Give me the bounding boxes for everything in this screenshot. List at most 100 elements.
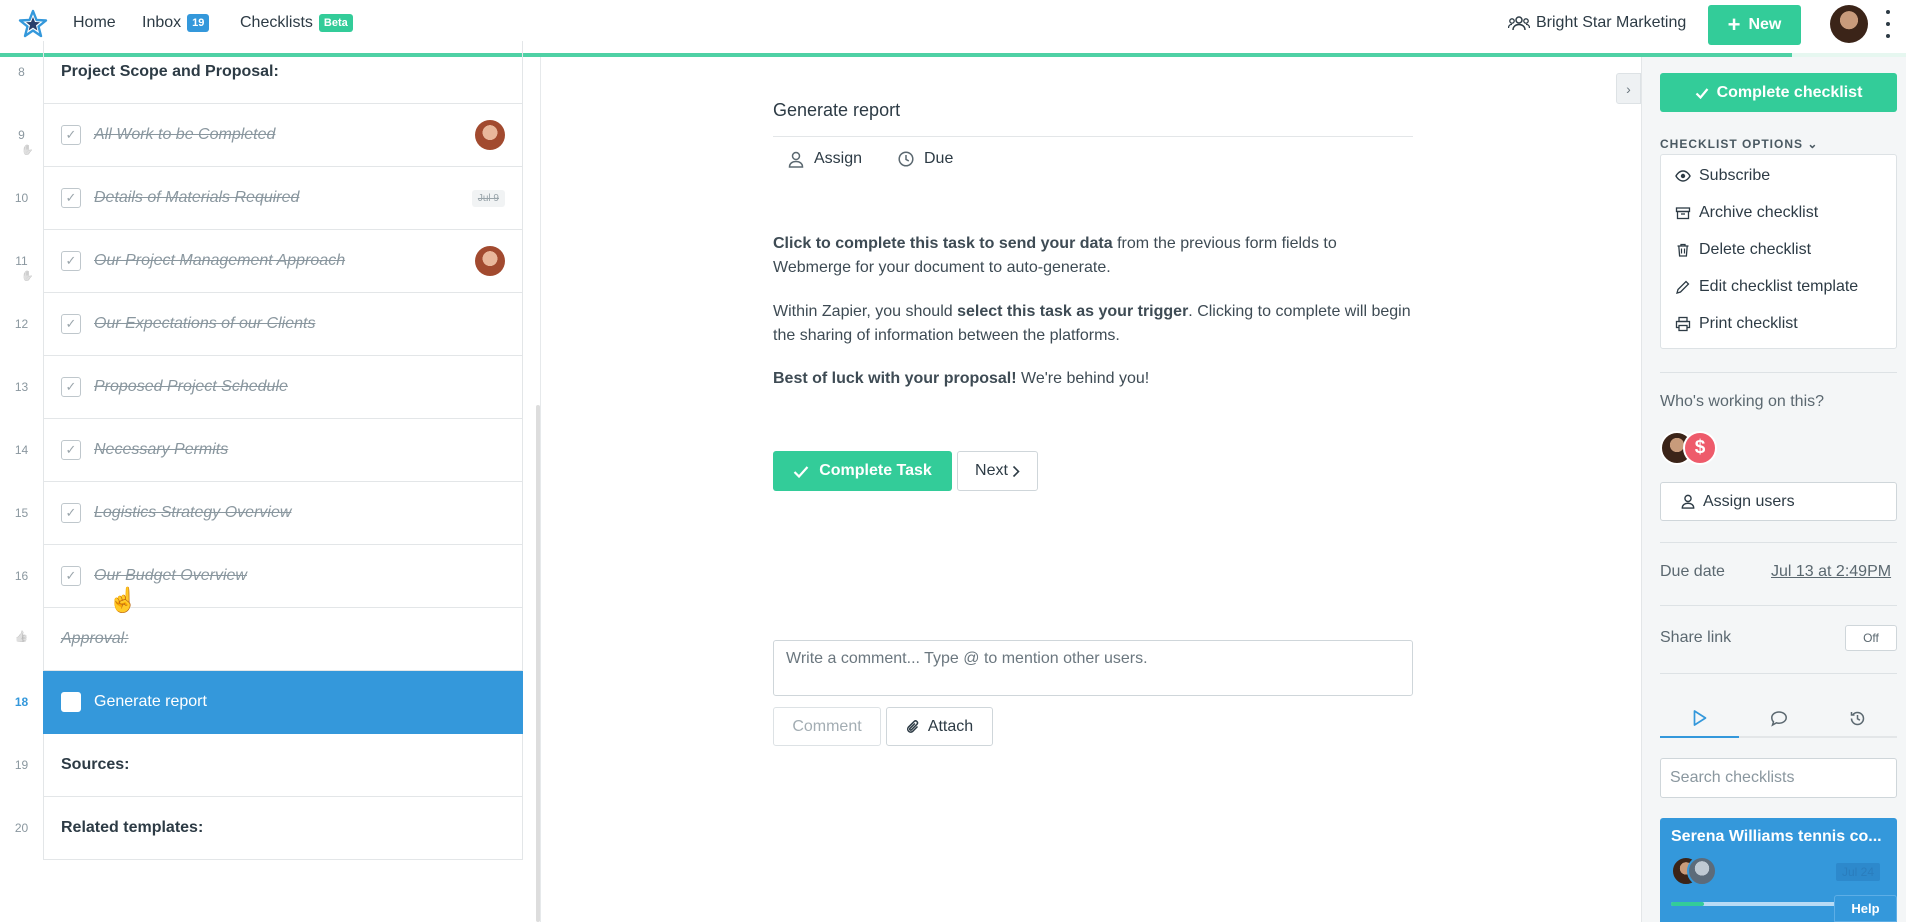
user-avatar[interactable] [1830, 5, 1868, 43]
organization-switcher[interactable]: Bright Star Marketing [1508, 0, 1686, 46]
assignee-avatar-dollar[interactable]: $ [1683, 431, 1717, 465]
task-row[interactable]: Generate report [43, 671, 523, 734]
complete-checklist-button[interactable]: Complete checklist [1660, 73, 1897, 112]
tab-play[interactable] [1660, 700, 1739, 738]
star-logo-icon[interactable] [18, 9, 48, 39]
task-row-number: 11 [15, 254, 28, 268]
p3-bold: Best of luck with your proposal! [773, 370, 1017, 387]
task-heading: Project Scope and Proposal: [61, 63, 279, 80]
clock-icon [898, 151, 914, 167]
attach-button[interactable]: Attach [886, 707, 993, 746]
task-row-number: 13 [14, 380, 29, 394]
tab-history[interactable] [1818, 700, 1897, 738]
search-checklists-input[interactable]: Search checklists [1660, 758, 1897, 798]
share-link-toggle[interactable]: Off [1845, 625, 1897, 651]
due-date-value[interactable]: Jul 13 at 2:49PM [1771, 563, 1891, 581]
card-avatar [1687, 856, 1717, 886]
task-assignee-avatar[interactable] [475, 246, 505, 276]
assign-users-button[interactable]: Assign users [1660, 482, 1897, 521]
task-row[interactable]: ✓ Logistics Strategy Overview [43, 482, 523, 545]
task-row-number: 12 [14, 317, 29, 331]
thumbs-up-icon: 👍 [14, 631, 29, 643]
nav-home-label: Home [73, 14, 116, 31]
archive-option[interactable]: Archive checklist [1675, 204, 1818, 222]
task-title[interactable]: Generate report [773, 100, 900, 121]
check-icon [1695, 87, 1708, 99]
delete-option[interactable]: Delete checklist [1675, 241, 1811, 259]
print-label: Print checklist [1699, 315, 1798, 332]
task-row[interactable]: ✓ All Work to be Completed [43, 104, 523, 167]
collapse-sidebar-button[interactable]: › [1616, 73, 1641, 104]
panel-divider [540, 57, 541, 922]
due-button[interactable]: Due [898, 148, 953, 170]
comment-input[interactable]: Write a comment... Type @ to mention oth… [773, 640, 1413, 696]
task-checkbox[interactable]: ✓ [61, 188, 81, 208]
checklist-card-title: Serena Williams tennis co... [1671, 828, 1882, 845]
print-option[interactable]: Print checklist [1675, 315, 1798, 333]
nav-checklists[interactable]: Checklists Beta [240, 0, 353, 46]
task-row[interactable]: ✓ Necessary Permits [43, 419, 523, 482]
sidebar-divider [1660, 542, 1897, 543]
task-checkbox[interactable]: ✓ [61, 566, 81, 586]
task-checkbox[interactable]: ✓ [61, 377, 81, 397]
task-label: Our Expectations of our Clients [94, 315, 316, 332]
task-row-number: 10 [14, 191, 29, 205]
hand-stop-icon: ✋ [21, 145, 34, 156]
trash-icon [1677, 243, 1689, 257]
eye-icon [1675, 170, 1691, 182]
task-label: Proposed Project Schedule [94, 378, 288, 395]
beta-badge: Beta [318, 14, 353, 32]
comment-button[interactable]: Comment [773, 707, 881, 746]
sidebar-divider [1660, 673, 1897, 674]
task-checkbox[interactable]: ✓ [61, 314, 81, 334]
complete-task-label: Complete Task [819, 462, 932, 479]
task-row-number: 18 [14, 695, 29, 709]
task-label: All Work to be Completed [94, 126, 276, 143]
new-button-label: New [1748, 16, 1782, 33]
task-checkbox[interactable] [61, 692, 81, 712]
organization-name: Bright Star Marketing [1536, 14, 1687, 31]
check-icon [793, 465, 809, 478]
task-row[interactable]: Project Scope and Proposal: [43, 41, 523, 104]
title-divider [773, 136, 1413, 137]
task-row[interactable]: Approval: [43, 608, 523, 671]
user-icon [1681, 494, 1695, 509]
task-assignee-avatar[interactable] [475, 120, 505, 150]
paperclip-icon [906, 719, 919, 733]
more-menu-icon[interactable] [1886, 10, 1890, 38]
complete-task-button[interactable]: Complete Task [773, 451, 952, 491]
help-button[interactable]: Help [1834, 895, 1897, 922]
task-row-number: 19 [14, 758, 29, 772]
assign-users-label: Assign users [1703, 492, 1795, 510]
search-checklists-placeholder: Search checklists [1670, 769, 1795, 786]
task-label: Our Project Management Approach [94, 252, 346, 269]
p3-rest: We're behind you! [1016, 370, 1150, 387]
nav-inbox[interactable]: Inbox 19 [142, 0, 210, 46]
share-link-label: Share link [1660, 629, 1732, 646]
task-row[interactable]: ✓ Proposed Project Schedule [43, 356, 523, 419]
speech-bubble-icon [1770, 710, 1787, 727]
checklist-options-label: CHECKLIST OPTIONS [1660, 137, 1804, 151]
tab-comments[interactable] [1739, 700, 1818, 738]
task-row[interactable]: ✓ Details of Materials Required Jul 9 [43, 167, 523, 230]
next-label: Next [975, 462, 1008, 479]
checklist-options-toggle[interactable]: CHECKLIST OPTIONS ⌄ [1660, 137, 1818, 151]
task-checkbox[interactable]: ✓ [61, 503, 81, 523]
subscribe-option[interactable]: Subscribe [1675, 167, 1770, 185]
task-checkbox[interactable]: ✓ [61, 125, 81, 145]
edit-template-option[interactable]: Edit checklist template [1675, 278, 1858, 296]
archive-label: Archive checklist [1699, 204, 1819, 221]
task-row[interactable]: Sources: [43, 734, 523, 797]
task-row[interactable]: Related templates: [43, 797, 523, 860]
task-checkbox[interactable]: ✓ [61, 440, 81, 460]
nav-home[interactable]: Home [73, 0, 116, 46]
task-row[interactable]: ✓ Our Project Management Approach [43, 230, 523, 293]
new-button[interactable]: + New [1708, 5, 1801, 45]
task-row[interactable]: ✓ Our Expectations of our Clients [43, 293, 523, 356]
task-checkbox[interactable]: ✓ [61, 251, 81, 271]
subscribe-label: Subscribe [1699, 167, 1771, 184]
nav-inbox-label: Inbox [142, 14, 182, 31]
next-button[interactable]: Next [957, 451, 1038, 491]
assign-button[interactable]: Assign [788, 148, 862, 170]
pencil-icon [1676, 280, 1690, 294]
